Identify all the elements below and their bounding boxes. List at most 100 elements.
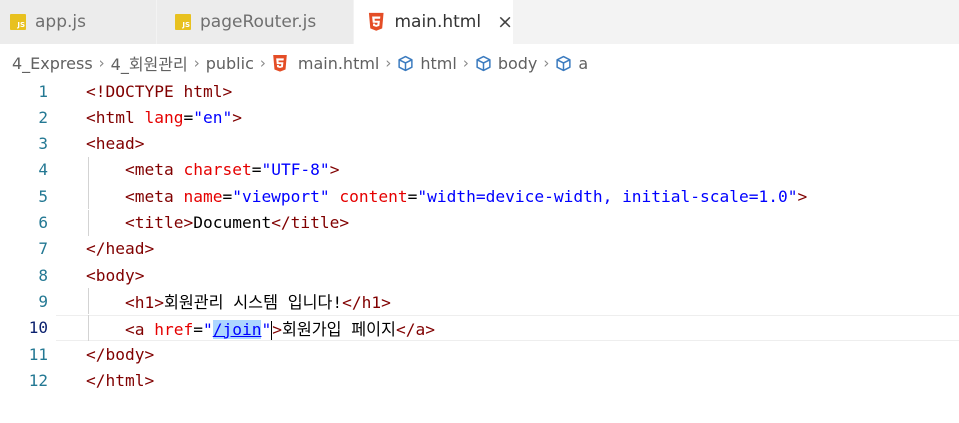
symbol-element-cube-icon bbox=[476, 55, 491, 71]
code-line[interactable]: 11 </body> bbox=[0, 341, 959, 367]
code-token: "en" bbox=[193, 107, 233, 127]
code-line[interactable]: 9 <h1>회원관리 시스템 입니다!</h1> bbox=[0, 288, 959, 315]
line-number: 7 bbox=[38, 239, 48, 259]
code-line[interactable]: 3 <head> bbox=[0, 131, 959, 157]
breadcrumb-item-4-express[interactable]: 4_Express bbox=[12, 54, 93, 73]
tab-app-js[interactable]: JS app.js bbox=[0, 0, 157, 44]
code-token: " bbox=[202, 319, 213, 339]
javascript-file-icon: JS bbox=[175, 14, 191, 30]
code-token: = bbox=[251, 160, 262, 180]
breadcrumb-item-member-management[interactable]: 4_회원관리 bbox=[111, 51, 188, 75]
code-token: > bbox=[329, 160, 340, 180]
line-number: 9 bbox=[38, 291, 48, 311]
html5-file-icon bbox=[368, 12, 384, 31]
code-token: "UTF-8" bbox=[261, 160, 330, 180]
code-token: > bbox=[272, 319, 282, 339]
line-number: 8 bbox=[38, 265, 48, 285]
chevron-right-icon: › bbox=[543, 54, 550, 72]
code-line[interactable]: 5 <meta name="viewport" content="width=d… bbox=[0, 183, 959, 210]
code-text: <title>Document</title> bbox=[86, 213, 349, 232]
code-text: <meta name="viewport" content="width=dev… bbox=[86, 187, 807, 206]
code-line[interactable]: 6 <title>Document</title> bbox=[0, 209, 959, 236]
code-token: = bbox=[183, 107, 194, 127]
code-token: Document bbox=[193, 213, 272, 232]
code-token: "viewport" bbox=[232, 186, 330, 206]
breadcrumb: 4_Express › 4_회원관리 › public › main.html … bbox=[0, 48, 588, 78]
code-token: " bbox=[261, 319, 272, 339]
code-token: </a> bbox=[395, 319, 435, 339]
tab-label: main.html bbox=[394, 12, 482, 32]
code-token: </html> bbox=[86, 370, 155, 390]
code-text: <a href="/join">회원가입 페이지</a> bbox=[86, 316, 435, 340]
code-token: <meta bbox=[124, 160, 184, 180]
symbol-element-cube-icon bbox=[556, 55, 572, 71]
code-token: </body> bbox=[86, 344, 155, 364]
line-number: 10 bbox=[28, 318, 48, 338]
code-token: lang bbox=[144, 107, 184, 127]
code-line[interactable]: 1 <!DOCTYPE html> bbox=[0, 78, 959, 104]
chevron-right-icon: › bbox=[193, 54, 200, 72]
line-number: 5 bbox=[38, 186, 48, 206]
line-number: 2 bbox=[38, 107, 48, 127]
code-editor[interactable]: 1 <!DOCTYPE html> 2 <html lang="en"> 3 <head>… bbox=[0, 78, 959, 423]
code-token: </title> bbox=[271, 213, 350, 232]
code-line[interactable]: 4 <meta charset="UTF-8"> bbox=[0, 156, 959, 183]
code-token: > bbox=[232, 107, 242, 127]
breadcrumb-item-main-html[interactable]: main.html bbox=[272, 53, 380, 73]
chevron-right-icon: › bbox=[385, 54, 392, 72]
close-icon[interactable]: × bbox=[497, 12, 513, 32]
tab-label: pageRouter.js bbox=[200, 12, 317, 32]
code-token: = bbox=[222, 186, 233, 206]
breadcrumb-item-public[interactable]: public bbox=[206, 54, 254, 73]
breadcrumb-label: main.html bbox=[297, 53, 380, 73]
line-number: 1 bbox=[38, 81, 48, 101]
code-line[interactable]: 7 </head> bbox=[0, 236, 959, 262]
breadcrumb-item-a[interactable]: a bbox=[555, 54, 588, 73]
code-line[interactable]: 8 <body> bbox=[0, 262, 959, 288]
code-text: <h1>회원관리 시스템 입니다!</h1> bbox=[86, 289, 391, 313]
code-text: </html> bbox=[86, 371, 154, 390]
breadcrumb-item-body[interactable]: body bbox=[475, 53, 538, 73]
code-token: href bbox=[154, 319, 194, 339]
code-token: <body> bbox=[86, 265, 145, 285]
javascript-file-icon: JS bbox=[10, 14, 26, 30]
code-token: = bbox=[193, 319, 203, 339]
code-text: <!DOCTYPE html> bbox=[86, 82, 232, 101]
line-number: 4 bbox=[38, 160, 48, 180]
code-line[interactable]: 10 <a href="/join">회원가입 페이지</a> bbox=[0, 314, 959, 341]
line-number: 6 bbox=[38, 213, 48, 232]
code-token: <a bbox=[124, 319, 155, 339]
breadcrumb-label: a bbox=[578, 53, 589, 73]
code-line[interactable]: 2 <html lang="en"> bbox=[0, 104, 959, 130]
code-token: 회원가입 페이지 bbox=[281, 319, 396, 339]
code-token: name bbox=[183, 186, 223, 206]
code-token: 회원관리 시스템 입니다! bbox=[163, 293, 343, 313]
tab-main-html[interactable]: main.html × bbox=[354, 0, 514, 44]
code-text: <head> bbox=[86, 134, 144, 153]
breadcrumb-item-html[interactable]: html bbox=[397, 53, 457, 73]
code-token: "width=device-width, initial-scale=1.0" bbox=[417, 186, 798, 206]
breadcrumb-label: body bbox=[497, 53, 538, 73]
breadcrumb-label: html bbox=[420, 53, 457, 73]
code-token: > bbox=[797, 186, 808, 206]
tab-label: app.js bbox=[35, 12, 86, 32]
code-token: content bbox=[339, 186, 408, 206]
code-token: = bbox=[407, 186, 418, 206]
code-text: <html lang="en"> bbox=[86, 108, 242, 127]
code-token: <title> bbox=[124, 213, 194, 232]
code-text: <meta charset="UTF-8"> bbox=[86, 160, 339, 179]
code-token: <html bbox=[86, 107, 145, 127]
code-token: <meta bbox=[124, 186, 184, 206]
code-token: <head> bbox=[86, 134, 145, 154]
tab-pagerouter-js[interactable]: JS pageRouter.js bbox=[157, 0, 354, 44]
html5-file-icon bbox=[273, 54, 287, 72]
editor-tab-bar: JS app.js JS pageRouter.js main.html × bbox=[0, 0, 959, 44]
code-token: </h1> bbox=[342, 293, 391, 313]
code-token: charset bbox=[183, 160, 252, 180]
code-line[interactable]: 12 </html> bbox=[0, 367, 959, 393]
